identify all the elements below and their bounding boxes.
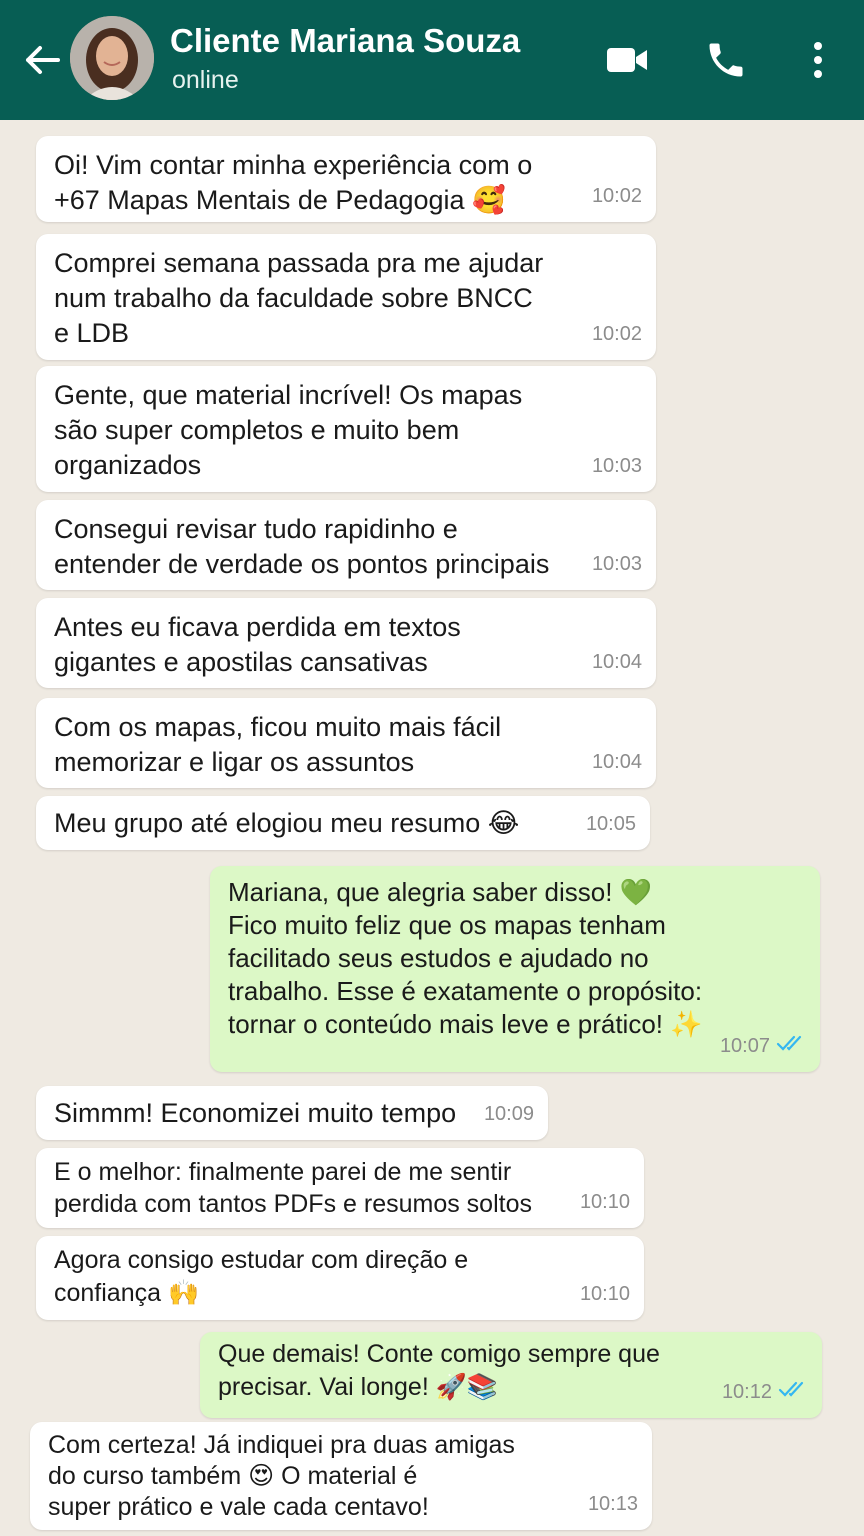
avatar[interactable] bbox=[70, 16, 154, 100]
message-text: Que demais! Conte comigo sempre que preci… bbox=[218, 1340, 660, 1401]
message-text: Consegui revisar tudo rapidinho e entende… bbox=[54, 514, 550, 579]
message-text: Com certeza! Já indiquei pra duas amigas… bbox=[48, 1431, 515, 1521]
message-time: 10:10 bbox=[579, 1283, 630, 1305]
message-list[interactable]: Oi! Vim contar minha experiência com o +6… bbox=[0, 120, 864, 1536]
message-bubble-outgoing[interactable]: Que demais! Conte comigo sempre que preci… bbox=[200, 1332, 822, 1418]
message-time: 10:04 bbox=[591, 751, 642, 773]
message-text: Com os mapas, ficou muito mais fácil memo… bbox=[54, 712, 502, 777]
message-bubble-incoming[interactable]: Simmm! Economizei muito tempo 10:09 bbox=[36, 1086, 548, 1140]
message-bubble-incoming[interactable]: Meu grupo até elogiou meu resumo 😂 10:05 bbox=[36, 796, 650, 850]
message-time: 10:02 bbox=[591, 323, 642, 345]
message-time: 10:04 bbox=[591, 651, 642, 673]
more-vert-icon[interactable] bbox=[804, 36, 832, 84]
message-text: Meu grupo até elogiou meu resumo 😂 bbox=[54, 808, 520, 838]
chat-header: Cliente Mariana Souza online bbox=[0, 0, 864, 120]
message-text: Oi! Vim contar minha experiência com o +6… bbox=[54, 150, 533, 215]
message-text: Gente, que material incrível! Os mapas sã… bbox=[54, 380, 523, 480]
message-time: 10:12 bbox=[721, 1381, 772, 1403]
message-time: 10:02 bbox=[591, 185, 642, 207]
message-text: Agora consigo estudar com direção e confi… bbox=[54, 1246, 469, 1307]
message-bubble-incoming[interactable]: Agora consigo estudar com direção e confi… bbox=[36, 1236, 644, 1320]
message-text: Simmm! Economizei muito tempo bbox=[54, 1098, 457, 1128]
back-arrow-icon[interactable] bbox=[20, 38, 64, 82]
message-time: 10:03 bbox=[591, 553, 642, 575]
message-text: E o melhor: finalmente parei de me senti… bbox=[54, 1158, 532, 1218]
message-bubble-incoming[interactable]: Antes eu ficava perdida em textos gigante… bbox=[36, 598, 656, 688]
message-time: 10:07 bbox=[719, 1035, 770, 1057]
message-time: 10:05 bbox=[585, 813, 636, 835]
double-check-read-icon bbox=[778, 1375, 808, 1410]
message-meta: 10:07 bbox=[720, 1029, 806, 1064]
message-text: Comprei semana passada pra me ajudar num … bbox=[54, 248, 544, 348]
contact-name[interactable]: Cliente Mariana Souza bbox=[170, 22, 520, 60]
message-bubble-incoming[interactable]: Oi! Vim contar minha experiência com o +6… bbox=[36, 136, 656, 222]
message-time: 10:10 bbox=[579, 1191, 630, 1213]
contact-status: online bbox=[172, 66, 239, 94]
message-bubble-incoming[interactable]: E o melhor: finalmente parei de me senti… bbox=[36, 1148, 644, 1228]
phone-call-icon[interactable] bbox=[702, 36, 750, 84]
message-time: 10:09 bbox=[483, 1103, 534, 1125]
message-bubble-incoming[interactable]: Gente, que material incrível! Os mapas sã… bbox=[36, 366, 656, 492]
message-text: Antes eu ficava perdida em textos gigante… bbox=[54, 612, 461, 677]
message-bubble-incoming[interactable]: Com os mapas, ficou muito mais fácil memo… bbox=[36, 698, 656, 788]
message-bubble-incoming[interactable]: Com certeza! Já indiquei pra duas amigas… bbox=[30, 1422, 652, 1530]
double-check-read-icon bbox=[776, 1029, 806, 1064]
message-bubble-incoming[interactable]: Consegui revisar tudo rapidinho e entende… bbox=[36, 500, 656, 590]
message-text: Mariana, que alegria saber disso! 💚 Fico … bbox=[228, 877, 703, 1039]
message-bubble-outgoing[interactable]: Mariana, que alegria saber disso! 💚 Fico … bbox=[210, 866, 820, 1072]
message-time: 10:13 bbox=[587, 1493, 638, 1515]
video-call-icon[interactable] bbox=[604, 36, 650, 84]
message-time: 10:03 bbox=[591, 455, 642, 477]
message-meta: 10:12 bbox=[722, 1375, 808, 1410]
message-bubble-incoming[interactable]: Comprei semana passada pra me ajudar num … bbox=[36, 234, 656, 360]
